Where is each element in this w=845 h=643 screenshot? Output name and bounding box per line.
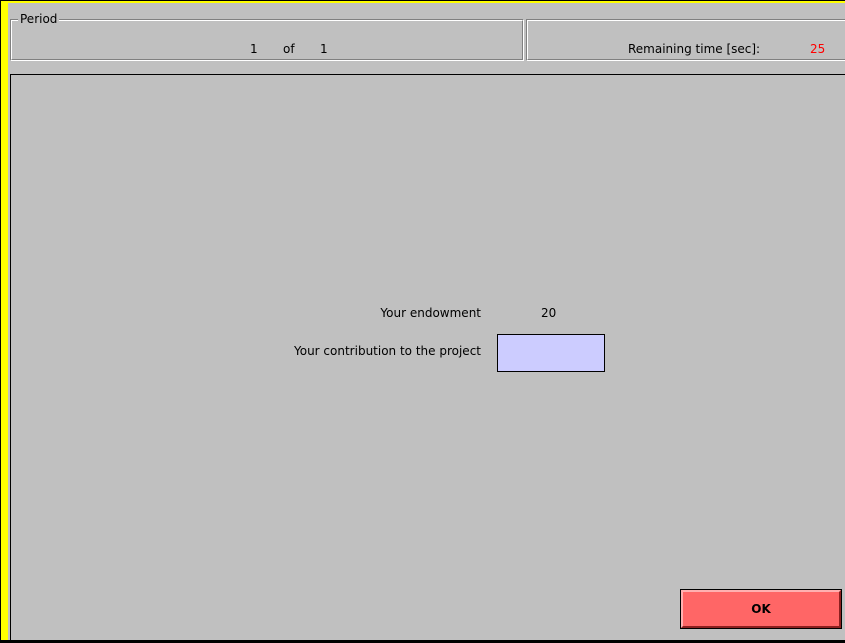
period-total: 1 xyxy=(320,42,328,56)
endowment-label: Your endowment xyxy=(380,306,481,320)
contribution-label: Your contribution to the project xyxy=(294,344,481,358)
contribution-input[interactable] xyxy=(497,334,605,372)
remaining-time-label: Remaining time [sec]: xyxy=(628,42,761,56)
ok-button[interactable]: OK xyxy=(680,589,842,629)
period-group-bevel xyxy=(11,20,523,60)
period-current: 1 xyxy=(250,42,258,56)
endowment-value: 20 xyxy=(541,306,557,320)
remaining-time-value: 25 xyxy=(810,42,826,56)
period-legend: Period xyxy=(18,12,60,26)
period-of-label: of xyxy=(283,42,295,56)
period-group-box xyxy=(10,19,524,61)
